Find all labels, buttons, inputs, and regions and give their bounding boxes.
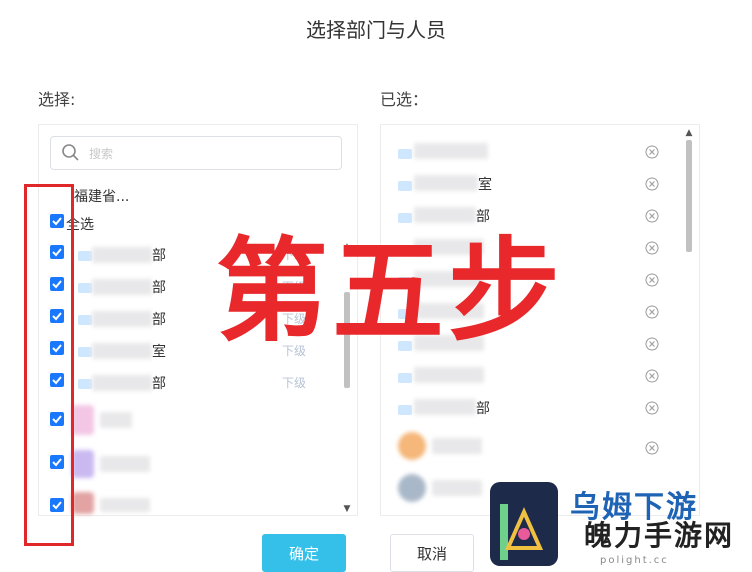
watermark-brand: 魄力手游网 [584, 519, 735, 552]
avatar [72, 492, 94, 514]
redacted-name [414, 207, 476, 223]
redacted-name [432, 480, 482, 496]
breadcrumb[interactable]: 福建省... [74, 186, 129, 206]
watermark-logo-icon [500, 504, 544, 560]
search-input[interactable] [87, 143, 331, 165]
folder-icon [78, 347, 92, 357]
redacted-name [100, 412, 132, 428]
item-label-suffix: 部 [152, 280, 166, 296]
remove-icon[interactable] [645, 273, 659, 287]
redacted-name [414, 367, 484, 383]
redacted-name [100, 498, 150, 512]
scroll-thumb[interactable] [686, 140, 692, 252]
redacted-name [92, 279, 152, 295]
redacted-name [92, 375, 152, 391]
confirm-button[interactable]: 确定 [262, 534, 346, 572]
dialog-title: 选择部门与人员 [306, 18, 446, 42]
right-scrollbar[interactable]: ▲ [684, 128, 694, 508]
redacted-name [92, 311, 152, 327]
cancel-button[interactable]: 取消 [390, 534, 474, 572]
avatar [72, 450, 94, 478]
item-label-suffix: 部 [476, 401, 490, 417]
scroll-down-arrow-icon[interactable]: ▼ [342, 504, 352, 514]
watermark-url: polight.cc [600, 555, 669, 566]
redacted-name [92, 247, 152, 263]
folder-icon [398, 149, 412, 159]
scroll-up-arrow-icon[interactable]: ▲ [684, 128, 694, 138]
folder-icon [398, 405, 412, 415]
item-label-suffix: 部 [152, 248, 166, 264]
redacted-name [92, 343, 152, 359]
avatar [398, 432, 426, 460]
folder-icon [78, 379, 92, 389]
redacted-name [414, 175, 478, 191]
redacted-name [100, 456, 150, 472]
right-panel-label: 已选： [380, 90, 429, 109]
folder-icon [398, 181, 412, 191]
remove-icon[interactable] [645, 241, 659, 255]
folder-icon [398, 213, 412, 223]
search-icon [62, 144, 79, 161]
search-box[interactable] [50, 136, 342, 170]
remove-icon[interactable] [645, 337, 659, 351]
left-panel-label: 选择: [38, 90, 76, 109]
item-label-suffix: 室 [478, 177, 492, 193]
item-label-suffix: 部 [152, 376, 166, 392]
item-label-suffix: 室 [152, 344, 166, 360]
remove-icon[interactable] [645, 441, 659, 455]
avatar [72, 405, 94, 435]
remove-icon[interactable] [645, 401, 659, 415]
next-level-link[interactable]: 下级 [282, 374, 306, 391]
remove-icon[interactable] [645, 305, 659, 319]
annotation-highlight-box [24, 184, 74, 546]
remove-icon[interactable] [645, 145, 659, 159]
remove-icon[interactable] [645, 209, 659, 223]
avatar [398, 474, 426, 502]
item-label-suffix: 部 [476, 209, 490, 225]
folder-icon [398, 373, 412, 383]
remove-icon[interactable] [645, 369, 659, 383]
item-label-suffix: 部 [152, 312, 166, 328]
watermark-logo [490, 482, 558, 566]
folder-icon [78, 283, 92, 293]
redacted-name [432, 438, 482, 454]
remove-icon[interactable] [645, 177, 659, 191]
folder-icon [78, 251, 92, 261]
annotation-step-text: 第五步 [216, 227, 564, 357]
redacted-name [414, 143, 488, 159]
folder-icon [78, 315, 92, 325]
redacted-name [414, 399, 476, 415]
